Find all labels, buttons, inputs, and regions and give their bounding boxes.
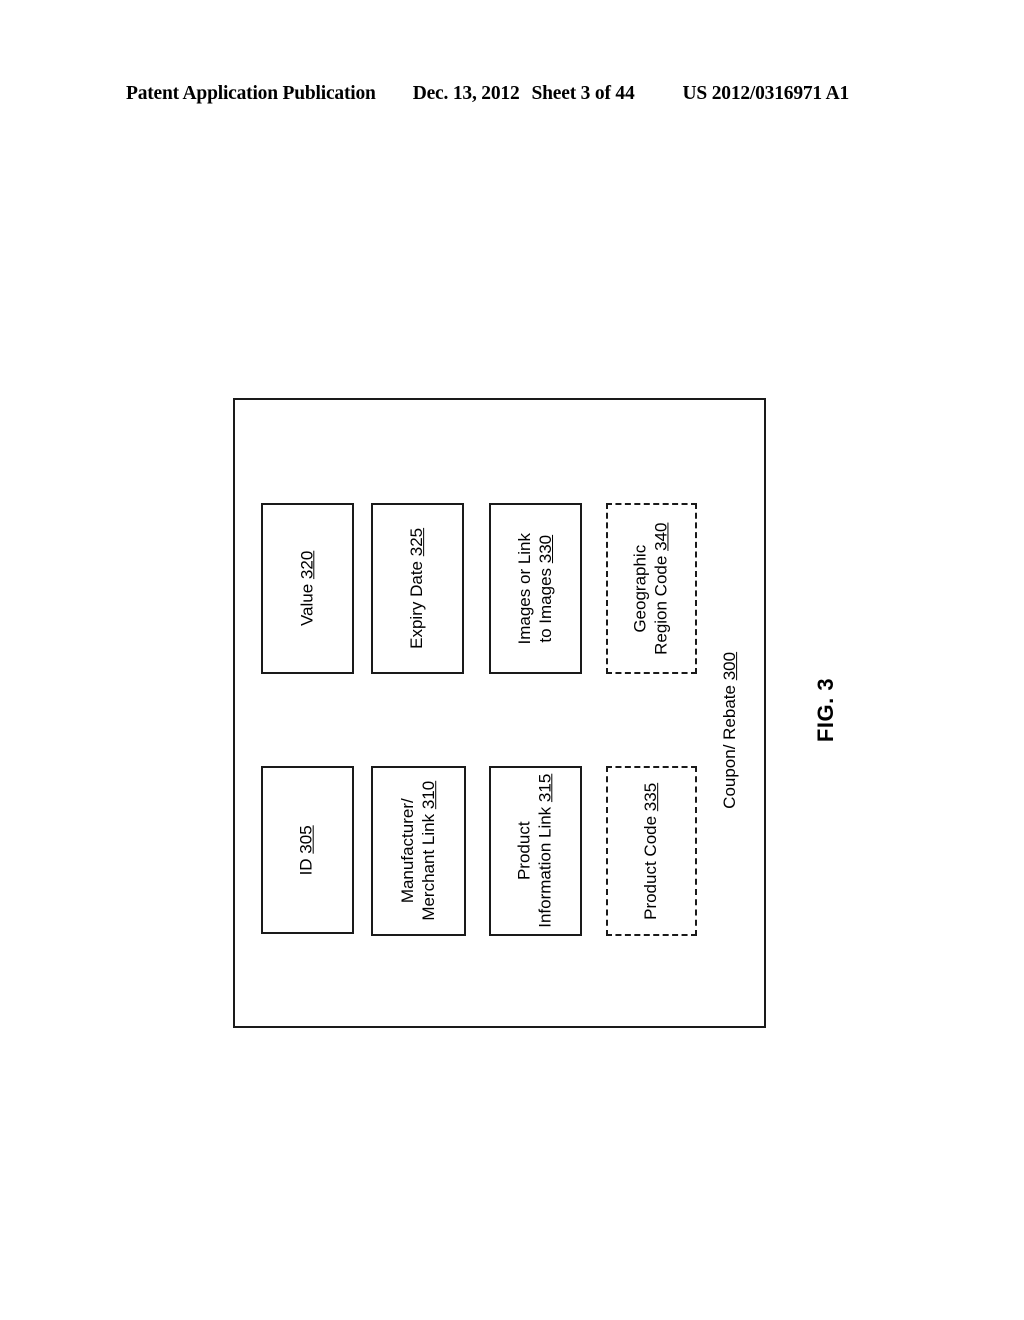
block-geographic-region-code-ref: 340 <box>651 522 671 551</box>
block-product-information-link-line2: Information Link <box>535 807 555 929</box>
block-product-information-link-ref: 315 <box>535 773 555 803</box>
block-product-information-link-line1: Product <box>514 821 534 881</box>
block-product-code-label: Product Code 335 <box>641 782 662 919</box>
block-geographic-region-code: Geographic Region Code 340 <box>606 503 697 674</box>
figure-caption: FIG. 3 <box>786 650 866 770</box>
block-id-text: ID <box>297 858 317 876</box>
block-product-information-link: Product Information Link 315 <box>489 766 582 936</box>
block-images-or-link-label: Images or Link to Images 330 <box>515 533 556 645</box>
block-product-information-link-label: Product Information Link 315 <box>515 774 556 928</box>
patent-figure-3: Value 320 Expiry Date 325 Images or Link… <box>0 0 1024 1320</box>
block-product-code-ref: 335 <box>641 782 661 811</box>
block-manufacturer-merchant-link-label: Manufacturer/ Merchant Link 310 <box>398 781 439 921</box>
coupon-rebate-label-ref: 300 <box>719 651 739 680</box>
block-id-ref: 305 <box>297 824 317 854</box>
coupon-rebate-label-text: Coupon/ Rebate <box>719 684 739 809</box>
coupon-rebate-label-text-wrap: Coupon/ Rebate 300 <box>720 652 741 809</box>
block-value-ref: 320 <box>297 550 317 580</box>
block-expiry-date-ref: 325 <box>407 528 427 557</box>
block-id-label: ID 305 <box>297 825 318 875</box>
block-images-or-link-line1: Images or Link <box>514 532 534 645</box>
block-manufacturer-merchant-link-ref: 310 <box>418 781 438 810</box>
block-images-or-link-line2: to Images <box>535 567 555 643</box>
block-expiry-date: Expiry Date 325 <box>371 503 464 674</box>
block-geographic-region-code-label: Geographic Region Code 340 <box>631 522 672 654</box>
block-value: Value 320 <box>261 503 354 674</box>
block-images-or-link-ref: 330 <box>535 534 555 563</box>
block-geographic-region-code-line2: Region Code <box>651 555 671 655</box>
block-manufacturer-merchant-link-line2: Merchant Link <box>418 814 438 921</box>
block-geographic-region-code-line1: Geographic <box>630 544 650 633</box>
block-product-code: Product Code 335 <box>606 766 697 936</box>
block-manufacturer-merchant-link: Manufacturer/ Merchant Link 310 <box>371 766 466 936</box>
block-id: ID 305 <box>261 766 354 934</box>
block-manufacturer-merchant-link-line1: Manufacturer/ <box>397 798 417 904</box>
block-expiry-date-label: Expiry Date 325 <box>407 528 428 649</box>
block-expiry-date-text: Expiry Date <box>407 561 427 649</box>
block-value-label: Value 320 <box>297 551 318 626</box>
block-value-text: Value <box>297 583 317 627</box>
figure-caption-text: FIG. 3 <box>813 677 838 743</box>
block-images-or-link: Images or Link to Images 330 <box>489 503 582 674</box>
coupon-rebate-container-label: Coupon/ Rebate 300 <box>700 640 760 820</box>
block-product-code-text: Product Code <box>641 815 661 920</box>
